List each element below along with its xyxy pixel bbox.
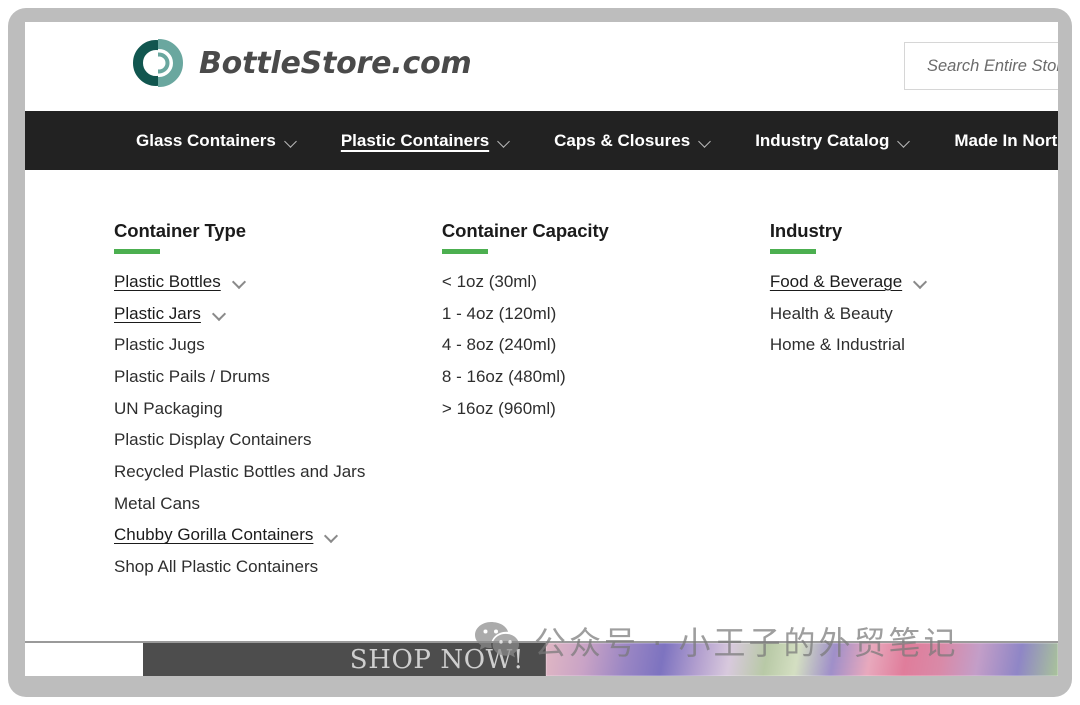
menu-item-under-1oz[interactable]: < 1oz (30ml) — [442, 266, 770, 298]
menu-item-label: UN Packaging — [114, 398, 223, 418]
site-header: BottleStore.com — [25, 22, 1058, 111]
nav-item-plastic-containers[interactable]: Plastic Containers — [341, 131, 511, 151]
menu-item-label: 4 - 8oz (240ml) — [441, 335, 557, 355]
menu-item-label: Food & Beverage — [769, 271, 903, 291]
nav-item-label: Industry Catalog — [755, 130, 890, 150]
column-title: Industry — [769, 220, 843, 241]
nav-item-caps-closures[interactable]: Caps & Closures — [554, 131, 712, 151]
menu-item-plastic-display-containers[interactable]: Plastic Display Containers — [114, 424, 442, 456]
mega-column-industry: Industry Food & Beverage Health & Beauty… — [769, 220, 1058, 583]
page-viewport: BottleStore.com Glass Containers Plastic… — [25, 22, 1058, 676]
menu-item-label: Chubby Gorilla Containers — [114, 525, 314, 545]
menu-item-label: < 1oz (30ml) — [441, 271, 537, 291]
search-input[interactable] — [927, 43, 1058, 89]
container-type-list: Plastic Bottles Plastic Jars Plastic Jug… — [114, 266, 442, 583]
chevron-down-icon[interactable] — [233, 277, 247, 286]
nav-item-label: Plastic Containers — [340, 130, 490, 150]
chevron-down-icon[interactable] — [325, 531, 339, 540]
menu-item-8-to-16oz[interactable]: 8 - 16oz (480ml) — [442, 361, 770, 393]
chevron-down-icon — [285, 137, 298, 145]
menu-item-label: > 16oz (960ml) — [441, 398, 556, 418]
menu-item-label: Plastic Bottles — [114, 271, 221, 291]
menu-item-home-and-industrial[interactable]: Home & Industrial — [770, 329, 1058, 361]
menu-item-health-and-beauty[interactable]: Health & Beauty — [770, 298, 1058, 330]
column-title: Container Type — [114, 220, 246, 241]
menu-item-chubby-gorilla-containers[interactable]: Chubby Gorilla Containers — [114, 520, 442, 552]
menu-item-recycled-plastic-bottles-and-jars[interactable]: Recycled Plastic Bottles and Jars — [114, 456, 442, 488]
menu-item-label: Metal Cans — [114, 493, 200, 513]
promo-shop-now-segment[interactable]: SHOP NOW! — [143, 643, 546, 676]
promo-product-image — [546, 643, 1058, 676]
menu-item-plastic-jugs[interactable]: Plastic Jugs — [114, 329, 442, 361]
column-accent-rule — [114, 249, 160, 254]
menu-item-over-16oz[interactable]: > 16oz (960ml) — [442, 393, 770, 425]
industry-list: Food & Beverage Health & Beauty Home & I… — [770, 266, 1058, 361]
column-title: Container Capacity — [441, 220, 609, 241]
menu-item-shop-all-plastic-containers[interactable]: Shop All Plastic Containers — [114, 551, 442, 583]
menu-item-label: Plastic Jugs — [114, 335, 205, 355]
primary-navigation: Glass Containers Plastic Containers Caps… — [25, 111, 1058, 173]
menu-item-4-to-8oz[interactable]: 4 - 8oz (240ml) — [442, 329, 770, 361]
promo-blank-segment — [25, 643, 143, 676]
nav-item-industry-catalog[interactable]: Industry Catalog — [755, 131, 911, 151]
logo-text: BottleStore.com — [199, 45, 472, 81]
menu-item-label: Shop All Plastic Containers — [114, 557, 319, 577]
menu-item-label: Plastic Display Containers — [114, 430, 312, 450]
nav-items-container: Glass Containers Plastic Containers Caps… — [25, 111, 1058, 170]
menu-item-label: Plastic Jars — [114, 303, 201, 323]
menu-item-plastic-jars[interactable]: Plastic Jars — [114, 298, 442, 330]
menu-item-plastic-pails-drums[interactable]: Plastic Pails / Drums — [114, 361, 442, 393]
menu-item-label: 8 - 16oz (480ml) — [441, 366, 566, 386]
menu-item-label: Home & Industrial — [769, 335, 905, 355]
shop-now-label: SHOP NOW! — [349, 644, 524, 675]
mega-menu-panel: Container Type Plastic Bottles Plastic J… — [25, 170, 1058, 635]
mega-column-container-type: Container Type Plastic Bottles Plastic J… — [114, 220, 442, 583]
menu-item-label: 1 - 4oz (120ml) — [441, 303, 557, 323]
chevron-down-icon — [898, 137, 911, 145]
menu-item-label: Health & Beauty — [769, 303, 893, 323]
chevron-down-icon[interactable] — [213, 309, 227, 318]
container-capacity-list: < 1oz (30ml) 1 - 4oz (120ml) 4 - 8oz (24… — [442, 266, 770, 424]
menu-item-un-packaging[interactable]: UN Packaging — [114, 393, 442, 425]
chevron-down-icon[interactable] — [914, 277, 928, 286]
nav-item-glass-containers[interactable]: Glass Containers — [136, 131, 298, 151]
nav-item-label: Caps & Closures — [554, 130, 691, 150]
promo-banner-strip[interactable]: SHOP NOW! — [25, 641, 1058, 676]
menu-item-food-and-beverage[interactable]: Food & Beverage — [770, 266, 1058, 298]
menu-item-label: Plastic Pails / Drums — [114, 366, 270, 386]
browser-window-frame: BottleStore.com Glass Containers Plastic… — [0, 0, 1080, 705]
menu-item-1-to-4oz[interactable]: 1 - 4oz (120ml) — [442, 298, 770, 330]
bottlestore-circle-logo-icon — [131, 35, 187, 91]
mega-column-container-capacity: Container Capacity < 1oz (30ml) 1 - 4oz … — [441, 220, 770, 583]
menu-item-metal-cans[interactable]: Metal Cans — [114, 488, 442, 520]
nav-item-label: Made In Nort — [954, 130, 1058, 150]
column-accent-rule — [441, 249, 488, 254]
nav-item-label: Glass Containers — [136, 130, 276, 150]
nav-item-made-in-north-america[interactable]: Made In Nort — [954, 131, 1057, 151]
menu-item-label: Recycled Plastic Bottles and Jars — [114, 461, 366, 481]
menu-item-plastic-bottles[interactable]: Plastic Bottles — [114, 266, 442, 298]
chevron-down-icon — [699, 137, 712, 145]
search-box[interactable] — [904, 42, 1058, 90]
mega-menu-columns: Container Type Plastic Bottles Plastic J… — [25, 220, 1058, 583]
site-logo[interactable]: BottleStore.com — [131, 35, 472, 91]
column-accent-rule — [769, 249, 816, 254]
chevron-down-icon — [498, 137, 511, 145]
